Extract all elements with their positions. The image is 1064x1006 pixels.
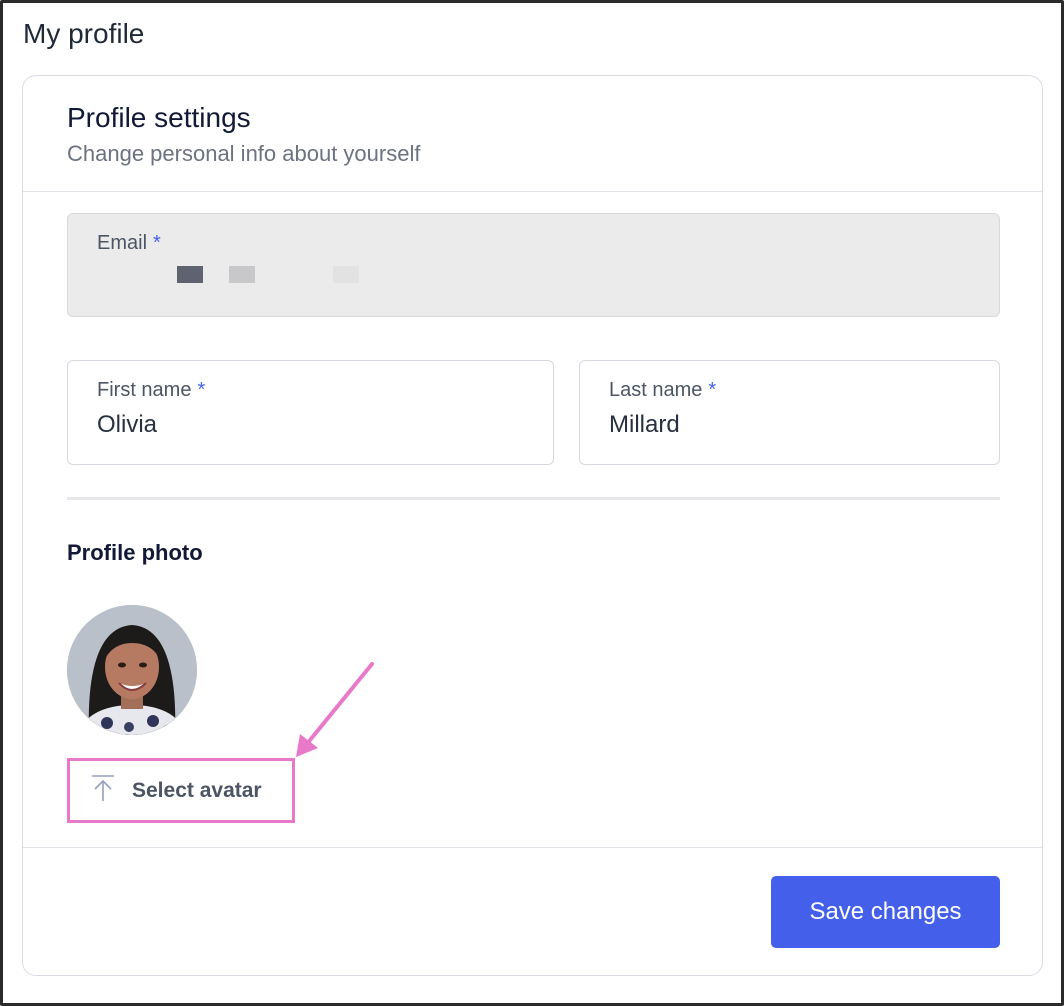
- first-name-field[interactable]: First name * Olivia: [67, 360, 554, 465]
- email-field: Email *: [67, 213, 1000, 317]
- page-title: My profile: [23, 18, 145, 49]
- upload-icon: [90, 774, 116, 807]
- last-name-label-text: Last name: [609, 379, 703, 401]
- card-subtitle: Change personal info about yourself: [67, 141, 421, 166]
- last-name-label: Last name *: [609, 379, 716, 402]
- avatar-image: [67, 605, 197, 735]
- first-name-input[interactable]: Olivia: [97, 411, 157, 439]
- avatar: [67, 605, 197, 735]
- profile-photo-title: Profile photo: [67, 540, 203, 565]
- card-title: Profile settings: [67, 102, 251, 133]
- save-changes-button[interactable]: Save changes: [771, 876, 1000, 948]
- required-mark: *: [708, 379, 717, 401]
- redacted-block: [333, 266, 359, 283]
- email-label: Email *: [97, 232, 161, 255]
- card-header: Profile settings Change personal info ab…: [23, 76, 1042, 192]
- section-divider: [67, 497, 1000, 500]
- first-name-label: First name *: [97, 379, 205, 402]
- email-label-text: Email: [97, 232, 148, 254]
- required-mark: *: [153, 232, 161, 254]
- first-name-label-text: First name: [97, 379, 192, 401]
- redacted-block: [229, 266, 255, 283]
- select-avatar-label: Select avatar: [132, 778, 262, 802]
- footer-divider: [23, 847, 1042, 848]
- last-name-field[interactable]: Last name * Millard: [579, 360, 1000, 465]
- required-mark: *: [197, 379, 206, 401]
- profile-settings-card: Profile settings Change personal info ab…: [22, 75, 1043, 976]
- redacted-block: [177, 266, 203, 283]
- last-name-input[interactable]: Millard: [609, 411, 680, 439]
- select-avatar-button[interactable]: Select avatar: [67, 758, 295, 823]
